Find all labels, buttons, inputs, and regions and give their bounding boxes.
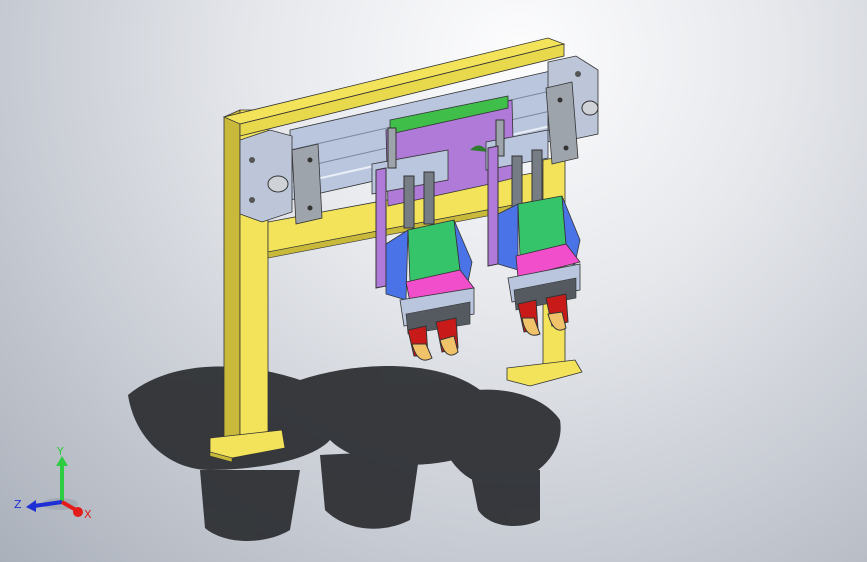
axis-triad: Y Z X bbox=[14, 446, 92, 521]
3d-viewport[interactable] bbox=[0, 0, 867, 562]
ground-shadow bbox=[128, 366, 561, 542]
triad-label-y: Y bbox=[56, 446, 64, 458]
triad-label-z: Z bbox=[14, 498, 22, 511]
triad-z-arrow bbox=[26, 500, 36, 512]
triad-x-arrow bbox=[73, 507, 83, 517]
triad-label-x: X bbox=[84, 508, 92, 521]
right-end-block[interactable] bbox=[545, 55, 599, 165]
